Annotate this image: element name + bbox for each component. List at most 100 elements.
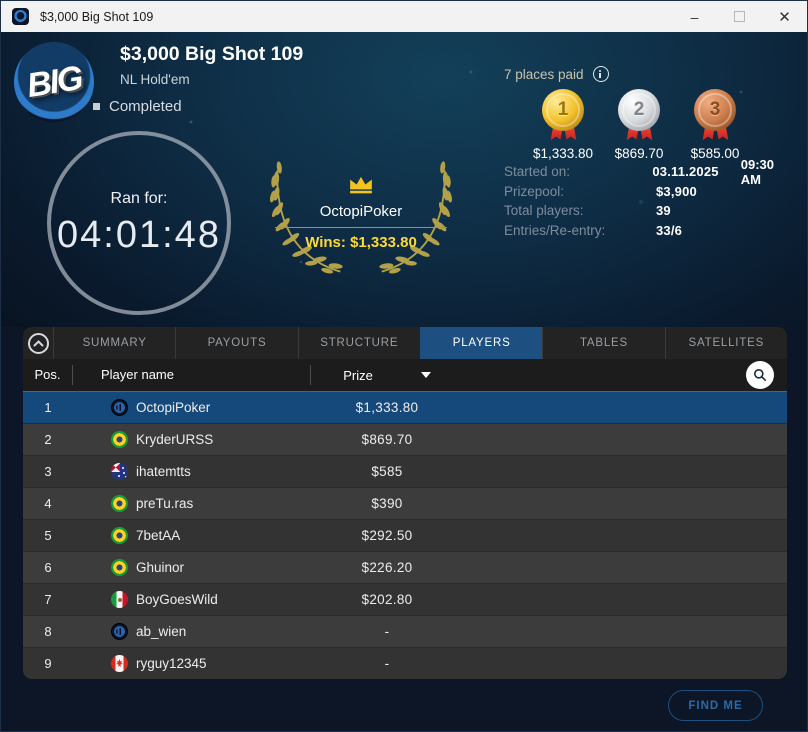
places-paid: 7 places paid [504,66,609,82]
tab-summary[interactable]: SUMMARY [53,327,175,359]
site-avatar-icon [111,399,128,416]
prize-cell: $1,333.80 [355,400,419,415]
timer-value: 04:01:48 [57,213,221,256]
stat-value: 03.11.2025 [652,164,719,180]
table-row[interactable]: 8 ab_wien - [23,615,787,647]
collapse-button[interactable] [23,327,53,359]
prize-cell: $292.50 [361,528,413,543]
chevron-down-icon [420,372,431,378]
table-row[interactable]: 5 7betAA $292.50 [23,519,787,551]
details-panel: SUMMARY PAYOUTS STRUCTURE PLAYERS TABLES SATE… [23,327,787,679]
medal-amount: $869.70 [614,146,664,161]
tab-payouts[interactable]: PAYOUTS [175,327,297,359]
medal-rank: 2 [618,89,660,131]
prize-cell: - [384,624,390,639]
table-row[interactable]: 2 KryderURSS $869.70 [23,423,787,455]
tab-tables[interactable]: TABLES [542,327,664,359]
player-cell: 7betAA [73,527,311,544]
stat-row: Started on: 03.11.2025 09:30 AM [504,157,796,187]
medal-rank: 3 [694,89,736,131]
brazil-flag-icon [111,431,128,448]
stat-value: 39 [656,203,671,219]
player-name: ab_wien [136,624,187,639]
info-icon[interactable] [592,66,609,82]
tournament-title: $3,000 Big Shot 109 [120,43,304,65]
player-name: ihatemtts [136,464,191,479]
crown-icon [350,176,372,194]
status-square-icon [93,103,100,110]
tab-players[interactable]: PLAYERS [419,327,543,359]
close-button[interactable]: ✕ [762,1,807,32]
game-type: NL Hold'em [120,72,190,87]
medal-rank: 1 [542,89,584,131]
table-row[interactable]: 6 Ghuinor $226.20 [23,551,787,583]
prize-cell: $226.20 [361,560,413,575]
player-name: Ghuinor [136,560,185,575]
player-cell: ab_wien [73,623,311,640]
site-avatar-icon [111,623,128,640]
player-name: KryderURSS [136,432,214,447]
stat-value-2: 09:30 AM [740,156,774,187]
position-cell: 6 [44,560,52,575]
position-cell: 9 [44,656,52,671]
player-name: ryguy12345 [136,656,207,671]
position-cell: 7 [44,592,52,607]
prize-cell: $390 [371,496,403,511]
prize-cell: $585 [371,464,403,479]
tab-structure[interactable]: STRUCTURE [297,327,420,359]
table-row[interactable]: 7 BoyGoesWild $202.80 [23,583,787,615]
tournament-stats: Started on: 03.11.2025 09:30 AM Prizepoo… [504,157,796,241]
column-pos: Pos. [23,365,73,385]
stat-label: Started on: [504,164,571,180]
stat-row: Total players: 39 [504,201,796,221]
position-cell: 2 [44,432,52,447]
window-title: $3,000 Big Shot 109 [40,9,154,24]
winner-divider [275,227,447,228]
canada-flag-icon [111,655,128,672]
winner-prize: Wins: $1,333.80 [305,234,417,251]
big-logo: BIG [14,42,94,122]
status-badge: Completed [93,98,182,115]
player-cell: Ghuinor [73,559,311,576]
player-cell: preTu.ras [73,495,311,512]
stat-label: Prizepool: [504,183,565,199]
position-cell: 4 [44,496,52,511]
timer-label: Ran for: [110,189,168,207]
ran-for-timer: Ran for: 04:01:48 [47,131,231,315]
brazil-flag-icon [111,559,128,576]
titlebar: $3,000 Big Shot 109 – ✕ [1,1,807,32]
stat-label: Total players: [504,203,584,219]
find-me-button[interactable]: FIND ME [668,690,763,721]
stat-label: Entries/Re-entry: [504,222,606,238]
player-name: preTu.ras [136,496,194,511]
brazil-flag-icon [111,495,128,512]
minimize-button[interactable]: – [672,1,717,32]
silver-medal-icon: 2 $869.70 [601,89,677,161]
player-name: OctopiPoker [136,400,211,415]
column-player-name: Player name [73,365,311,385]
tab-satellites[interactable]: SATELLITES [664,327,787,359]
search-icon [754,369,766,381]
medals-row: 1 $1,333.80 2 $869.70 3 $585.00 [525,89,753,161]
column-prize[interactable]: Prize [311,368,463,383]
mexico-flag-icon [111,591,128,608]
players-table: 1 OctopiPoker $1,333.80 2 KryderURSS $86… [23,391,787,679]
stat-row: Entries/Re-entry: 33/6 [504,221,796,241]
app-icon [12,8,29,25]
player-name: BoyGoesWild [136,592,218,607]
table-row[interactable]: 1 OctopiPoker $1,333.80 [23,391,787,423]
winner-name: OctopiPoker [319,203,403,220]
position-cell: 1 [44,400,52,415]
stat-value: $3,900 [656,183,697,199]
player-cell: BoyGoesWild [73,591,311,608]
stat-value: 33/6 [656,222,683,238]
table-row[interactable]: 4 preTu.ras $390 [23,487,787,519]
gold-medal-icon: 1 $1,333.80 [525,89,601,161]
table-row[interactable]: 9 ryguy12345 - [23,647,787,679]
medal-amount: $585.00 [690,146,740,161]
search-button[interactable] [746,361,774,389]
player-cell: KryderURSS [73,431,311,448]
player-cell: OctopiPoker [73,399,311,416]
maximize-button[interactable] [717,1,762,32]
table-row[interactable]: 3 ihatemtts $585 [23,455,787,487]
